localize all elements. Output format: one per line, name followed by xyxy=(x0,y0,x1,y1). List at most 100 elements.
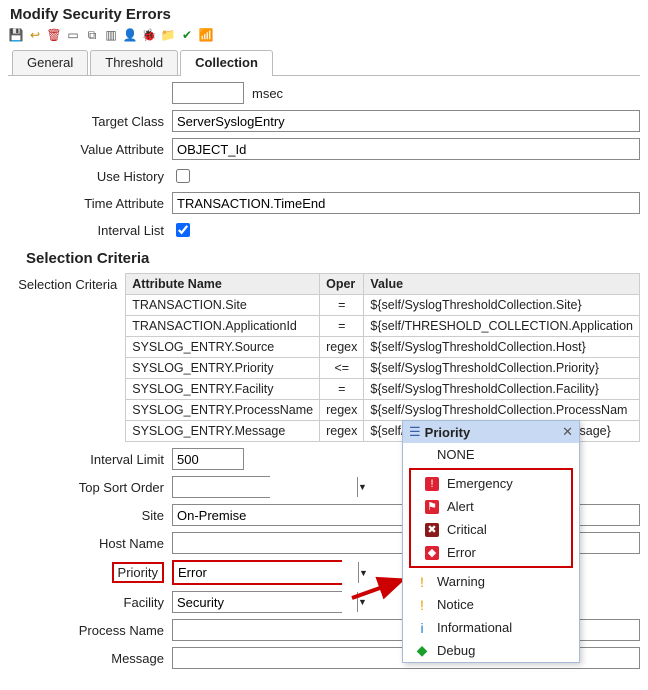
delete-icon[interactable]: 🗑 xyxy=(46,27,62,43)
tab-collection[interactable]: Collection xyxy=(180,50,273,76)
toolbar: 💾 ↩ 🗑 ▭ ⧉ ▥ 👤 🐞 📁 ✔ 📶 xyxy=(8,27,640,43)
priority-item-label: Warning xyxy=(437,574,485,589)
criteria-th-oper: Oper xyxy=(320,274,364,295)
priority-item[interactable]: ⚑Alert xyxy=(413,495,569,518)
interval-limit-label: Interval Limit xyxy=(8,452,172,467)
priority-label: Priority xyxy=(112,562,164,583)
cutoff-input[interactable] xyxy=(172,82,244,104)
criteria-oper: = xyxy=(320,379,364,400)
priority-level-icon: ! xyxy=(415,575,429,589)
priority-item-label: Error xyxy=(447,545,476,560)
criteria-oper: regex xyxy=(320,421,364,442)
interval-limit-input[interactable] xyxy=(172,448,244,470)
criteria-th-attr: Attribute Name xyxy=(126,274,320,295)
use-history-checkbox[interactable] xyxy=(176,169,190,183)
copy-icon[interactable]: ⧉ xyxy=(84,27,100,43)
save-icon[interactable]: 💾 xyxy=(8,27,24,43)
priority-level-icon: i xyxy=(415,621,429,635)
table-row[interactable]: SYSLOG_ENTRY.Priority<=${self/SyslogThre… xyxy=(126,358,640,379)
criteria-attr: SYSLOG_ENTRY.Message xyxy=(126,421,320,442)
priority-input[interactable] xyxy=(174,562,358,583)
table-row[interactable]: SYSLOG_ENTRY.ProcessNameregex${self/Sysl… xyxy=(126,400,640,421)
criteria-value: ${self/SyslogThresholdCollection.Host} xyxy=(364,337,640,358)
priority-popup: ☰ Priority ✕ NONE ! Emergency ⚑Alert ✖ Criti… xyxy=(402,420,580,663)
check-icon[interactable]: ✔ xyxy=(179,27,195,43)
table-row[interactable]: SYSLOG_ENTRY.Facility=${self/SyslogThres… xyxy=(126,379,640,400)
criteria-th-value: Value xyxy=(364,274,640,295)
top-sort-combo[interactable]: ▼ xyxy=(172,476,270,498)
priority-level-icon: ◆ xyxy=(415,644,429,658)
top-sort-label: Top Sort Order xyxy=(8,480,172,495)
facility-label: Facility xyxy=(8,595,172,610)
priority-item-label: Alert xyxy=(447,499,474,514)
criteria-value: ${self/SyslogThresholdCollection.Priorit… xyxy=(364,358,640,379)
criteria-value: ${self/SyslogThresholdCollection.Site} xyxy=(364,295,640,316)
chevron-down-icon[interactable]: ▼ xyxy=(358,562,368,583)
priority-item[interactable]: ! Emergency xyxy=(413,472,569,495)
person-icon[interactable]: 👤 xyxy=(122,27,138,43)
priority-level-icon: ✖ xyxy=(425,523,439,537)
table-row[interactable]: TRANSACTION.Site=${self/SyslogThresholdC… xyxy=(126,295,640,316)
bug-icon[interactable]: 🐞 xyxy=(141,27,157,43)
priority-level-icon: ! xyxy=(415,598,429,612)
interval-list-checkbox[interactable] xyxy=(176,223,190,237)
process-label: Process Name xyxy=(8,623,172,638)
undo-icon[interactable]: ↩ xyxy=(27,27,43,43)
table-row[interactable]: TRANSACTION.ApplicationId=${self/THRESHO… xyxy=(126,316,640,337)
message-label: Message xyxy=(8,651,172,666)
priority-item-none-label: NONE xyxy=(437,447,475,462)
selection-criteria-heading: Selection Criteria xyxy=(26,250,640,267)
priority-item[interactable]: ! Notice xyxy=(403,593,579,616)
priority-item-label: Emergency xyxy=(447,476,513,491)
priority-item-label: Informational xyxy=(437,620,512,635)
criteria-attr: TRANSACTION.ApplicationId xyxy=(126,316,320,337)
target-class-input[interactable] xyxy=(172,110,640,132)
priority-item-label: Critical xyxy=(447,522,487,537)
priority-item-label: Debug xyxy=(437,643,475,658)
priority-level-icon: ◆ xyxy=(425,546,439,560)
chevron-down-icon[interactable]: ▼ xyxy=(357,592,367,612)
folder-icon[interactable]: 📁 xyxy=(160,27,176,43)
criteria-attr: SYSLOG_ENTRY.ProcessName xyxy=(126,400,320,421)
priority-highlight-box: ! Emergency ⚑Alert ✖ Critical ◆ Error xyxy=(409,468,573,568)
priority-level-icon: ! xyxy=(425,477,439,491)
time-attr-label: Time Attribute xyxy=(8,196,172,211)
criteria-value: ${self/THRESHOLD_COLLECTION.Application xyxy=(364,316,640,337)
selection-criteria-label: Selection Criteria xyxy=(8,273,125,292)
wifi-icon[interactable]: 📶 xyxy=(198,27,214,43)
criteria-value: ${self/SyslogThresholdCollection.Facilit… xyxy=(364,379,640,400)
criteria-attr: TRANSACTION.Site xyxy=(126,295,320,316)
priority-combo[interactable]: ▼ xyxy=(172,560,342,585)
tab-general[interactable]: General xyxy=(12,50,88,75)
table-row[interactable]: SYSLOG_ENTRY.Sourceregex${self/SyslogThr… xyxy=(126,337,640,358)
facility-input[interactable] xyxy=(173,592,357,612)
criteria-attr: SYSLOG_ENTRY.Source xyxy=(126,337,320,358)
criteria-attr: SYSLOG_ENTRY.Facility xyxy=(126,379,320,400)
new-page-icon[interactable]: ▭ xyxy=(65,27,81,43)
priority-item[interactable]: ✖ Critical xyxy=(413,518,569,541)
priority-item[interactable]: i Informational xyxy=(403,616,579,639)
tab-threshold[interactable]: Threshold xyxy=(90,50,178,75)
top-sort-input[interactable] xyxy=(173,477,357,497)
tabs: General Threshold Collection xyxy=(8,49,640,76)
close-icon[interactable]: ✕ xyxy=(562,424,573,440)
use-history-label: Use History xyxy=(8,169,172,184)
priority-item[interactable]: ◆ Error xyxy=(413,541,569,564)
list-icon: ☰ xyxy=(409,424,421,440)
time-attr-input[interactable] xyxy=(172,192,640,214)
chevron-down-icon[interactable]: ▼ xyxy=(357,477,367,497)
priority-item-none[interactable]: NONE xyxy=(403,443,579,466)
priority-item[interactable]: ◆ Debug xyxy=(403,639,579,662)
priority-item[interactable]: ! Warning xyxy=(403,570,579,593)
insert-icon[interactable]: ▥ xyxy=(103,27,119,43)
criteria-oper: regex xyxy=(320,337,364,358)
cutoff-unit: msec xyxy=(252,86,283,101)
value-attr-label: Value Attribute xyxy=(8,142,172,157)
priority-item-label: Notice xyxy=(437,597,474,612)
criteria-oper: regex xyxy=(320,400,364,421)
priority-popup-header: ☰ Priority ✕ xyxy=(403,421,579,443)
site-label: Site xyxy=(8,508,172,523)
facility-combo[interactable]: ▼ xyxy=(172,591,342,613)
criteria-table[interactable]: Attribute Name Oper Value TRANSACTION.Si… xyxy=(125,273,640,442)
value-attr-input[interactable] xyxy=(172,138,640,160)
